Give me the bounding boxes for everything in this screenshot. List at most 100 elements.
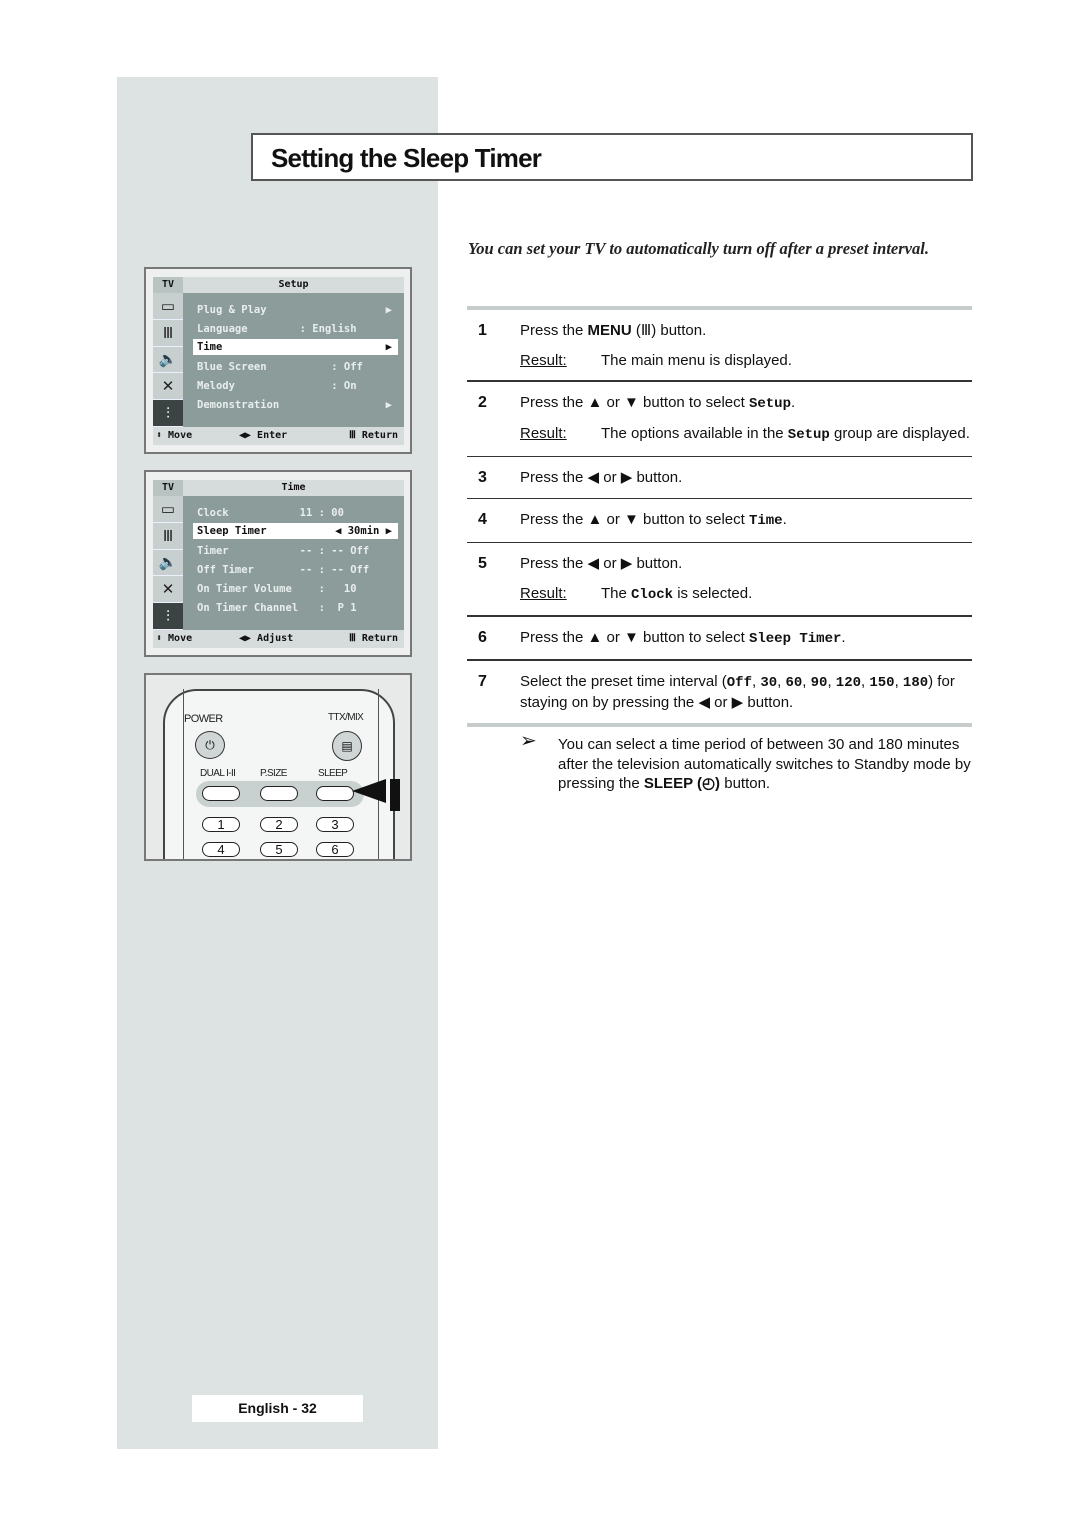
menu-item-arrow: ▶ xyxy=(385,341,392,353)
note: ➢ You can select a time period of between… xyxy=(520,730,972,794)
osd-title: Setup xyxy=(278,279,309,290)
osd-menu-item[interactable]: On Timer Volume : 10 xyxy=(193,580,398,599)
intro-text: You can set your TV to automatically tur… xyxy=(468,239,929,258)
menu-item-arrow: ▶ xyxy=(385,304,392,316)
pointer-arrow-icon xyxy=(352,779,386,803)
result-text: The options available in the Setup group… xyxy=(601,424,970,446)
menu-item-value: : P 1 xyxy=(287,602,357,614)
number-button[interactable]: 5 xyxy=(260,842,298,857)
bold-term: SLEEP (◴) xyxy=(643,775,721,792)
number-button[interactable]: 2 xyxy=(260,817,298,832)
step-item: 4 Press the ▲ or ▼ button to select Time. xyxy=(467,499,972,542)
osd-menu-item[interactable]: Clock 11 : 00 xyxy=(193,504,398,523)
number-button[interactable]: 1 xyxy=(202,817,240,832)
dual-label: DUAL I-II xyxy=(200,768,236,779)
osd-header: TV Time xyxy=(153,480,404,496)
step-item: 6 Press the ▲ or ▼ button to select Sleep… xyxy=(467,617,972,660)
osd-menu-item[interactable]: Time ▶ xyxy=(193,339,398,355)
osd-menu-item[interactable]: On Timer Channel : P 1 xyxy=(193,599,398,618)
action-hint: ◀▶ Adjust xyxy=(239,633,294,644)
text-segment: Press the ▲ or ▼ button to select xyxy=(520,628,749,646)
power-button[interactable]: ⏻ xyxy=(195,731,225,759)
setup-icon: ⫶ xyxy=(153,400,183,427)
osd-menu-item[interactable]: Language : English xyxy=(193,320,398,339)
ttx-label: TTX/MIX xyxy=(328,712,364,723)
text-segment: The main menu is displayed. xyxy=(601,351,792,369)
osd-menu-item[interactable]: Melody : On xyxy=(193,377,398,396)
step-number: 7 xyxy=(478,672,487,690)
menu-item-label: Demonstration xyxy=(197,399,280,411)
text-segment: Press the xyxy=(520,322,588,339)
text-segment: . xyxy=(790,393,796,411)
step-text: Press the ◀ or ▶ button. xyxy=(520,554,972,574)
psize-button[interactable] xyxy=(260,786,298,801)
input-icon: ▭ xyxy=(153,293,183,320)
step-text: Press the MENU (Ⅲ) button. xyxy=(520,321,972,341)
menu-item-value: : English xyxy=(287,323,357,335)
tv-label: TV xyxy=(153,277,183,293)
osd-menu-item[interactable]: Off Timer -- : -- Off xyxy=(193,561,398,580)
note-arrow-icon: ➢ xyxy=(520,730,537,752)
number-button[interactable]: 6 xyxy=(316,842,354,857)
remote-control-illustration: POWER TTX/MIX ⏻ ▤ DUAL I-II P.SIZE SLEEP… xyxy=(144,673,412,861)
page-footer: English - 32 xyxy=(192,1395,363,1422)
sleep-button[interactable] xyxy=(316,786,354,801)
number-button[interactable]: 3 xyxy=(316,817,354,832)
menu-item-arrow: ◀ 30min ▶ xyxy=(335,525,392,537)
menu-item-label: On Timer Channel xyxy=(197,602,299,614)
sleep-label: SLEEP xyxy=(318,768,348,779)
bold-term: MENU xyxy=(587,322,632,339)
osd-menu-item[interactable]: Timer -- : -- Off xyxy=(193,542,398,561)
osd-menu-item[interactable]: Blue Screen : Off xyxy=(193,358,398,377)
text-segment: Press the ◀ or ▶ button. xyxy=(520,469,683,486)
text-segment: (Ⅲ) button. xyxy=(631,322,707,339)
step-number: 1 xyxy=(478,322,487,339)
step-result: Result: The main menu is displayed. xyxy=(520,351,972,371)
mono-term: Time xyxy=(748,513,783,529)
text-segment: . xyxy=(841,628,846,646)
ttx-mix-button[interactable]: ▤ xyxy=(332,731,362,761)
menu-item-value: -- : -- Off xyxy=(287,545,370,557)
menu-item-label: Clock xyxy=(197,507,229,519)
power-icon: ⏻ xyxy=(205,737,215,752)
osd-setup-menu: TV Setup ▭ Ⅲ 🔈 ✕ ⫶ Plug & Play ▶ Language : Engli… xyxy=(144,267,412,454)
dual-button[interactable] xyxy=(202,786,240,801)
menu-item-value: : On xyxy=(287,380,357,392)
note-text: You can select a time period of between … xyxy=(558,736,971,792)
osd-menu-body: Clock 11 : 00 Sleep Timer ◀ 30min ▶ Timer -… xyxy=(183,496,404,630)
number-button[interactable]: 4 xyxy=(202,842,240,857)
result-text: The Clock is selected. xyxy=(601,584,752,606)
antenna-icon: ✕ xyxy=(153,373,183,401)
input-icon: ▭ xyxy=(153,496,183,523)
mono-term: 120 xyxy=(835,674,862,691)
menu-item-value: 11 : 00 xyxy=(287,507,344,519)
menu-item-label: Language xyxy=(197,323,248,335)
result-label: Result: xyxy=(520,425,567,442)
mono-term: Setup xyxy=(748,395,791,412)
step-text: Press the ▲ or ▼ button to select Time. xyxy=(520,510,972,532)
steps-list: 1 Press the MENU (Ⅲ) button. Result: The ma… xyxy=(467,306,972,727)
action-hint: ◀▶ Enter xyxy=(239,430,288,441)
menu-item-label: Plug & Play xyxy=(197,304,267,316)
step-number: 2 xyxy=(478,393,487,411)
text-segment: Press the ◀ or ▶ button. xyxy=(520,555,683,572)
menu-item-label: On Timer Volume xyxy=(197,583,292,595)
text-segment: Press the ▲ or ▼ button to select xyxy=(520,511,749,528)
mono-term: Setup xyxy=(787,427,830,443)
tv-label: TV xyxy=(153,480,183,496)
menu-item-label: Blue Screen xyxy=(197,361,267,373)
mono-term: 150 xyxy=(869,674,895,691)
setup-icon: ⫶ xyxy=(153,603,183,630)
step-text: Press the ▲ or ▼ button to select Setup. xyxy=(520,393,972,415)
osd-menu-item[interactable]: Sleep Timer ◀ 30min ▶ xyxy=(193,523,398,539)
text-segment: The xyxy=(601,584,632,602)
osd-menu-body: Plug & Play ▶ Language : English Time ▶ Blue … xyxy=(183,293,404,427)
step-text: Select the preset time interval (Off, 30… xyxy=(520,672,972,713)
picture-icon: Ⅲ xyxy=(153,523,183,550)
antenna-icon: ✕ xyxy=(153,576,183,604)
text-segment: is selected. xyxy=(673,584,753,602)
mono-term: 60 xyxy=(785,674,803,691)
osd-menu-item[interactable]: Demonstration ▶ xyxy=(193,396,398,415)
osd-menu-item[interactable]: Plug & Play ▶ xyxy=(193,301,398,320)
menu-item-value: : 10 xyxy=(287,583,357,595)
